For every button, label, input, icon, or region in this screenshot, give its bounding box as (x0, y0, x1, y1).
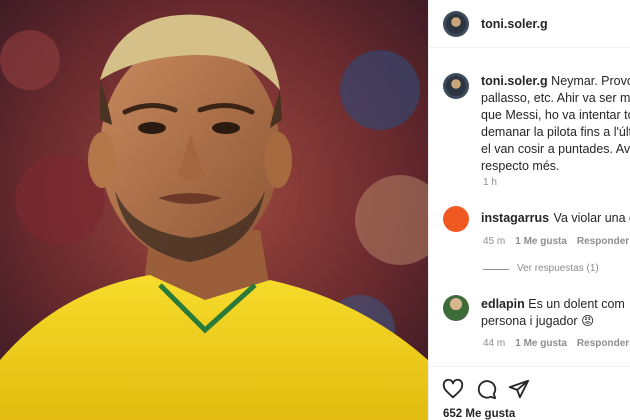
comment-likes[interactable]: 1 Me gusta (515, 236, 567, 247)
caption-line: el van cosir a puntades. Avui (481, 142, 630, 156)
reply-button[interactable]: Responder (577, 338, 629, 349)
comment-text: Va violar una do (553, 211, 630, 225)
caption-line: toni.soler.g Neymar. Provoca (481, 74, 630, 88)
author-username[interactable]: toni.soler.g (481, 17, 548, 31)
replies-divider (483, 269, 509, 270)
post-side-panel: toni.soler.g toni.soler.g Neymar. Provoc… (428, 0, 630, 420)
caption-line: demanar la pilota fins a l'últi (481, 125, 630, 139)
comment-time: 45 m (483, 236, 506, 247)
caption-avatar[interactable] (443, 73, 469, 99)
comment-meta: 45 m 1 Me gusta Responder (483, 236, 629, 247)
comment-username[interactable]: instagarrus (481, 211, 549, 225)
heart-icon[interactable] (442, 378, 464, 400)
comment-instagarrus: instagarrus Va violar una do (481, 209, 630, 227)
comment-icon[interactable] (475, 378, 497, 400)
comment-edlapin: edlapin Es un dolent com persona i jugad… (481, 296, 630, 330)
comment-avatar-instagarrus[interactable] (443, 206, 469, 232)
comment-username[interactable]: edlapin (481, 297, 525, 311)
caption-username[interactable]: toni.soler.g (481, 74, 548, 88)
actions-divider (429, 366, 630, 367)
comment-meta: 44 m 1 Me gusta Responder (483, 338, 629, 349)
comment-line: persona i jugador 😡 (481, 313, 630, 330)
post-photo[interactable] (0, 0, 428, 420)
player-photo-illustration (0, 0, 428, 420)
reply-button[interactable]: Responder (577, 236, 629, 247)
caption-block: toni.soler.g Neymar. Provoca pallasso, e… (481, 73, 630, 175)
caption-timestamp: 1 h (483, 177, 497, 188)
comment-avatar-edlapin[interactable] (443, 295, 469, 321)
view-replies-link[interactable]: Ver respuestas (1) (517, 263, 599, 274)
share-icon[interactable] (508, 378, 530, 400)
post-header: toni.soler.g (429, 0, 630, 48)
angry-emoji-icon: 😡 (581, 314, 595, 328)
author-avatar[interactable] (443, 11, 469, 37)
caption-line: respecto més. (481, 159, 560, 173)
likes-count[interactable]: 652 Me gusta (443, 408, 515, 420)
comment-likes[interactable]: 1 Me gusta (515, 338, 567, 349)
comment-text: Es un dolent com (528, 297, 625, 311)
caption-line: que Messi, ho va intentar tot (481, 108, 630, 122)
comment-line: edlapin Es un dolent com (481, 296, 630, 313)
comment-text-line2: persona i jugador (481, 314, 578, 328)
comment-time: 44 m (483, 338, 506, 349)
caption-line: pallasso, etc. Ahir va ser mol (481, 91, 630, 105)
